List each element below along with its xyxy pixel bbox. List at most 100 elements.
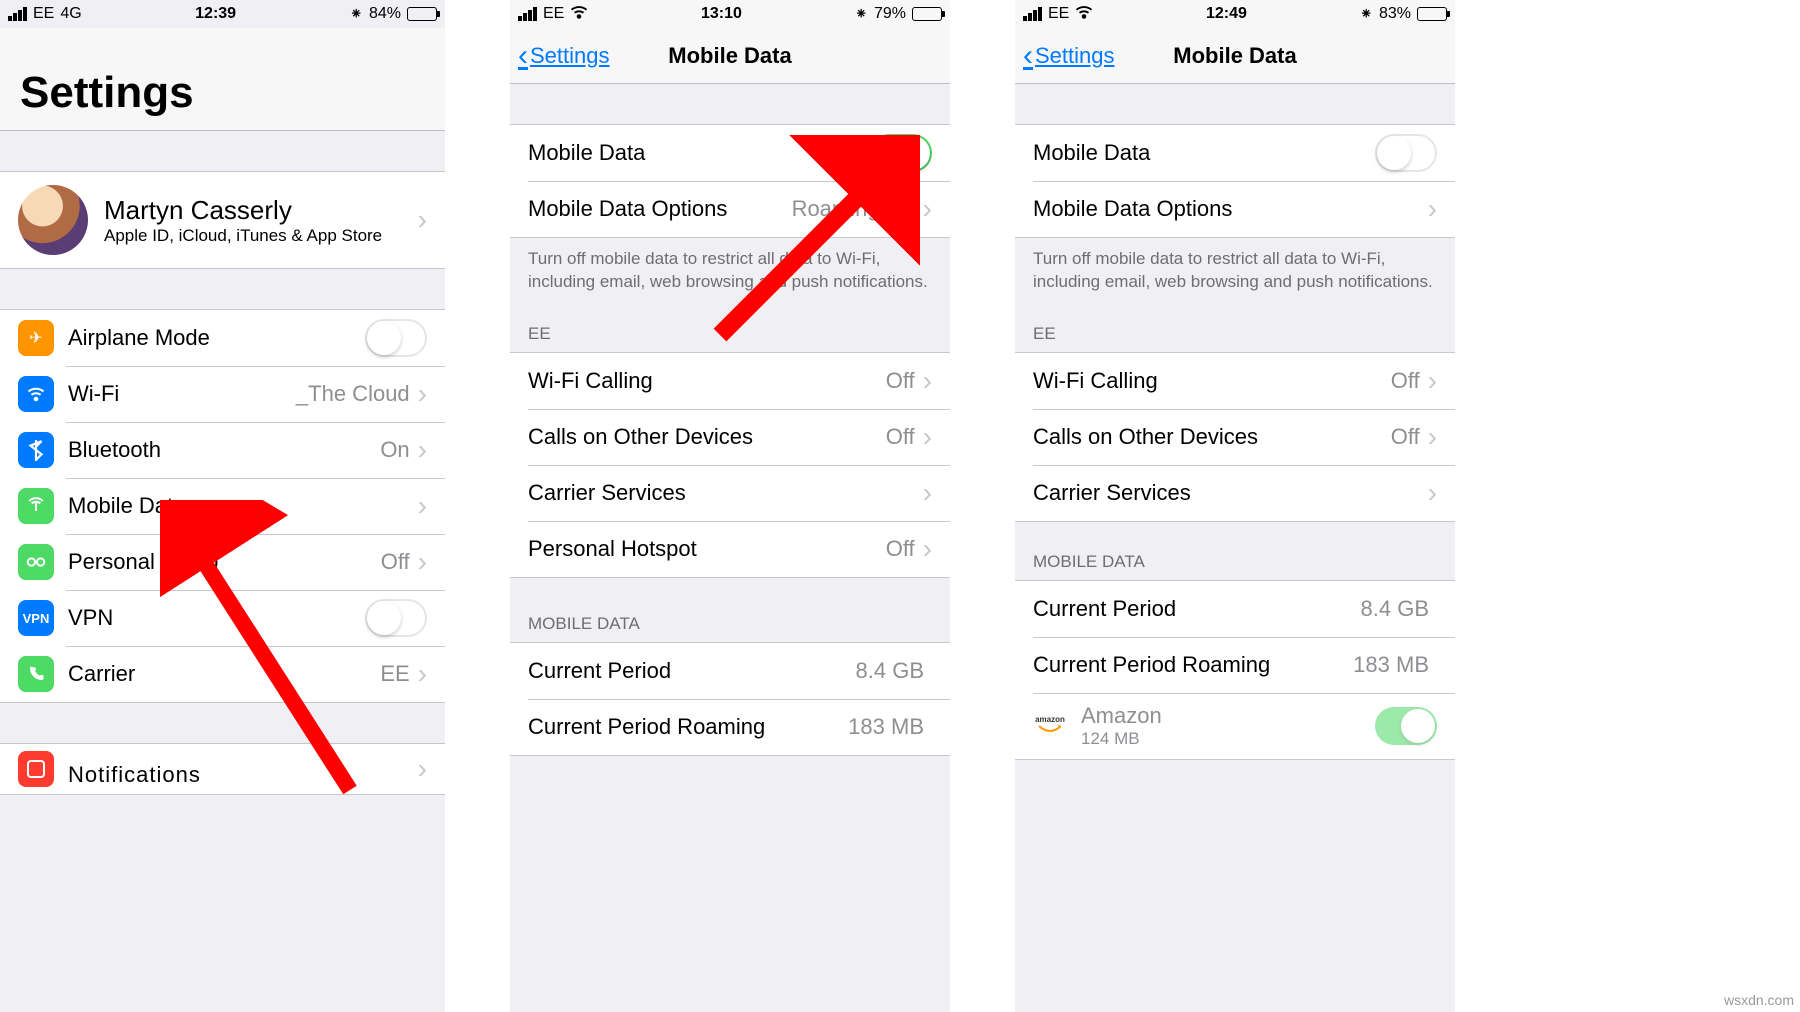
row-value: Off bbox=[381, 549, 410, 575]
back-label: Settings bbox=[1035, 43, 1115, 69]
section-footer: Turn off mobile data to restrict all dat… bbox=[510, 238, 950, 302]
row-label: Current Period Roaming bbox=[1033, 652, 1270, 678]
vpn-row[interactable]: VPN VPN bbox=[0, 590, 445, 646]
row-value: Off bbox=[886, 368, 915, 394]
carrier-label: EE bbox=[33, 5, 54, 23]
row-value: Off bbox=[1391, 368, 1420, 394]
profile-name-label: Martyn Casserly bbox=[104, 195, 418, 226]
airplane-mode-row[interactable]: ✈ Airplane Mode bbox=[0, 310, 445, 366]
carrier-label: EE bbox=[1048, 5, 1069, 23]
nav-title: Mobile Data bbox=[1173, 43, 1296, 69]
wifi-calling-row[interactable]: Wi-Fi Calling Off › bbox=[1015, 353, 1455, 409]
chevron-right-icon: › bbox=[418, 206, 427, 234]
watermark-label: wsxdn.com bbox=[1724, 992, 1794, 1008]
mobile-data-row[interactable]: Mobile Data › bbox=[0, 478, 445, 534]
row-label: Mobile Data bbox=[68, 493, 185, 519]
chevron-right-icon: › bbox=[1428, 423, 1437, 451]
section-footer: Turn off mobile data to restrict all dat… bbox=[1015, 238, 1455, 302]
clock-label: 13:10 bbox=[701, 5, 742, 23]
back-button[interactable]: ‹ Settings bbox=[518, 28, 610, 83]
row-value: 183 MB bbox=[848, 714, 924, 740]
screenshot-mobile-data-off: EE 12:49 ⁕ 83% ‹ Settings Mobile Data Mo… bbox=[1015, 0, 1455, 1012]
section-header: MOBILE DATA bbox=[510, 578, 950, 642]
row-value: Off bbox=[1391, 424, 1420, 450]
chevron-right-icon: › bbox=[923, 479, 932, 507]
wifi-calling-row[interactable]: Wi-Fi Calling Off › bbox=[510, 353, 950, 409]
chevron-right-icon: › bbox=[418, 436, 427, 464]
nav-bar: ‹ Settings Mobile Data bbox=[510, 28, 950, 84]
mobile-data-options-row[interactable]: Mobile Data Options › bbox=[1015, 181, 1455, 237]
clock-label: 12:49 bbox=[1206, 5, 1247, 23]
chevron-right-icon: › bbox=[418, 660, 427, 688]
row-label: Carrier bbox=[68, 661, 135, 687]
network-label: 4G bbox=[60, 5, 81, 23]
chevron-right-icon: › bbox=[418, 755, 427, 783]
app-data-row-amazon[interactable]: amazon Amazon 124 MB bbox=[1015, 693, 1455, 759]
wifi-icon bbox=[570, 5, 588, 24]
mobile-data-options-row[interactable]: Mobile Data Options Roaming Off › bbox=[510, 181, 950, 237]
bluetooth-icon: ⁕ bbox=[1360, 4, 1373, 24]
battery-icon bbox=[912, 7, 942, 21]
nav-bar: ‹ Settings Mobile Data bbox=[1015, 28, 1455, 84]
battery-percent-label: 84% bbox=[369, 5, 401, 23]
carrier-row[interactable]: Carrier EE › bbox=[0, 646, 445, 702]
row-value: Off bbox=[886, 424, 915, 450]
row-label: Calls on Other Devices bbox=[528, 424, 753, 450]
vpn-toggle[interactable] bbox=[365, 599, 427, 637]
chevron-right-icon: › bbox=[1428, 367, 1437, 395]
carrier-label: EE bbox=[543, 5, 564, 23]
current-period-roaming-row: Current Period Roaming 183 MB bbox=[1015, 637, 1455, 693]
bluetooth-row[interactable]: Bluetooth On › bbox=[0, 422, 445, 478]
status-bar: EE 12:49 ⁕ 83% bbox=[1015, 0, 1455, 28]
mobile-data-toggle[interactable] bbox=[1375, 134, 1437, 172]
clock-label: 12:39 bbox=[195, 5, 236, 23]
cellular-icon bbox=[18, 488, 54, 524]
carrier-services-row[interactable]: Carrier Services › bbox=[1015, 465, 1455, 521]
page-title: Settings bbox=[0, 28, 445, 131]
airplane-toggle[interactable] bbox=[365, 319, 427, 357]
chevron-right-icon: › bbox=[923, 535, 932, 563]
profile-sub-label: Apple ID, iCloud, iTunes & App Store bbox=[104, 226, 418, 246]
row-value: _The Cloud bbox=[296, 381, 410, 407]
amazon-app-icon: amazon bbox=[1033, 709, 1067, 743]
notifications-row[interactable]: Notifications › bbox=[0, 744, 445, 794]
personal-hotspot-row[interactable]: Personal Hotsp Off › bbox=[0, 534, 445, 590]
phone-icon bbox=[18, 656, 54, 692]
row-label: Calls on Other Devices bbox=[1033, 424, 1258, 450]
chevron-right-icon: › bbox=[418, 548, 427, 576]
row-label: Current Period Roaming bbox=[528, 714, 765, 740]
notifications-icon bbox=[18, 751, 54, 787]
row-label: Bluetooth bbox=[68, 437, 161, 463]
apple-id-row[interactable]: Martyn Casserly Apple ID, iCloud, iTunes… bbox=[0, 172, 445, 268]
wifi-icon bbox=[18, 376, 54, 412]
app-data-toggle[interactable] bbox=[1375, 707, 1437, 745]
airplane-icon: ✈ bbox=[18, 320, 54, 356]
chevron-right-icon: › bbox=[418, 380, 427, 408]
screenshot-settings-root: EE 4G 12:39 ⁕ 84% Settings Martyn Casser… bbox=[0, 0, 445, 1012]
row-label: VPN bbox=[68, 605, 113, 631]
back-button[interactable]: ‹ Settings bbox=[1023, 28, 1115, 83]
row-label: Mobile Data Options bbox=[1033, 196, 1232, 222]
chevron-right-icon: › bbox=[1428, 479, 1437, 507]
battery-percent-label: 79% bbox=[874, 5, 906, 23]
mobile-data-toggle-row[interactable]: Mobile Data bbox=[1015, 125, 1455, 181]
mobile-data-toggle-row[interactable]: Mobile Data bbox=[510, 125, 950, 181]
row-label: Wi-Fi bbox=[68, 381, 119, 407]
row-value: On bbox=[380, 437, 409, 463]
row-label: Current Period bbox=[1033, 596, 1176, 622]
chevron-right-icon: › bbox=[923, 367, 932, 395]
section-header: MOBILE DATA bbox=[1015, 522, 1455, 580]
row-label: Mobile Data Options bbox=[528, 196, 727, 222]
carrier-services-row[interactable]: Carrier Services › bbox=[510, 465, 950, 521]
row-value: EE bbox=[380, 661, 409, 687]
calls-other-devices-row[interactable]: Calls on Other Devices Off › bbox=[510, 409, 950, 465]
personal-hotspot-row[interactable]: Personal Hotspot Off › bbox=[510, 521, 950, 577]
mobile-data-toggle[interactable] bbox=[870, 134, 932, 172]
calls-other-devices-row[interactable]: Calls on Other Devices Off › bbox=[1015, 409, 1455, 465]
row-label: Mobile Data bbox=[528, 140, 645, 166]
current-period-row: Current Period 8.4 GB bbox=[1015, 581, 1455, 637]
wifi-row[interactable]: Wi-Fi _The Cloud › bbox=[0, 366, 445, 422]
app-name-label: Amazon bbox=[1081, 703, 1375, 729]
chevron-right-icon: › bbox=[923, 423, 932, 451]
signal-icon bbox=[1023, 7, 1042, 21]
